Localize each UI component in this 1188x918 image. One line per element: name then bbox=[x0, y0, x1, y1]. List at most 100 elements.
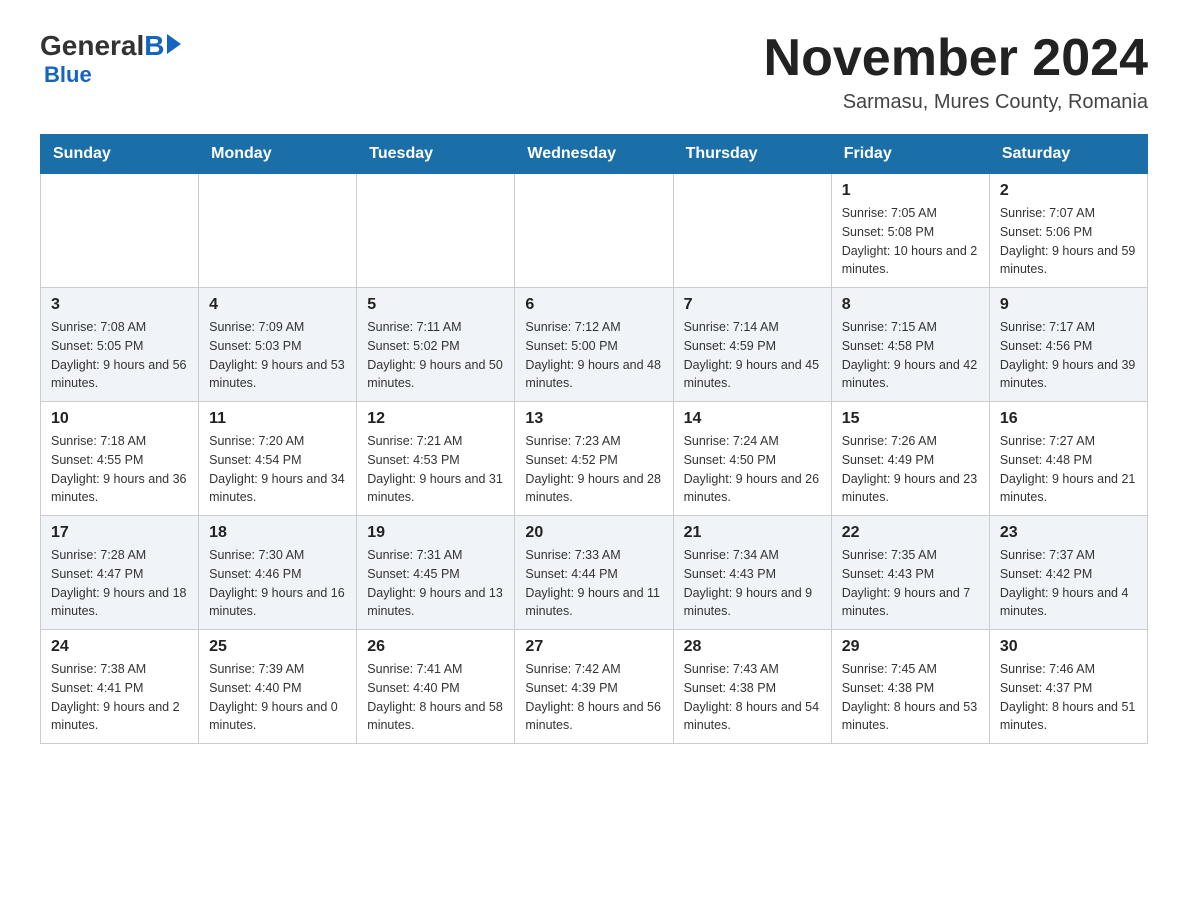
day-info: Sunrise: 7:11 AMSunset: 5:02 PMDaylight:… bbox=[367, 318, 504, 393]
calendar-day-cell: 1Sunrise: 7:05 AMSunset: 5:08 PMDaylight… bbox=[831, 174, 989, 288]
weekday-header-tuesday: Tuesday bbox=[357, 135, 515, 174]
day-number: 20 bbox=[525, 524, 662, 542]
day-info: Sunrise: 7:28 AMSunset: 4:47 PMDaylight:… bbox=[51, 546, 188, 621]
day-info: Sunrise: 7:41 AMSunset: 4:40 PMDaylight:… bbox=[367, 660, 504, 735]
day-number: 28 bbox=[684, 638, 821, 656]
weekday-header-monday: Monday bbox=[199, 135, 357, 174]
logo: General B Blue bbox=[40, 30, 181, 88]
day-info: Sunrise: 7:45 AMSunset: 4:38 PMDaylight:… bbox=[842, 660, 979, 735]
calendar-day-cell: 25 Sunrise: 7:39 AMSunset: 4:40 PMDayligh… bbox=[199, 630, 357, 744]
day-number: 8 bbox=[842, 296, 979, 314]
day-info: Sunrise: 7:42 AMSunset: 4:39 PMDaylight:… bbox=[525, 660, 662, 735]
calendar-week-row: 17 Sunrise: 7:28 AMSunset: 4:47 PMDayligh… bbox=[41, 516, 1148, 630]
calendar-day-cell bbox=[673, 174, 831, 288]
weekday-header-thursday: Thursday bbox=[673, 135, 831, 174]
day-number: 5 bbox=[367, 296, 504, 314]
day-info: Sunrise: 7:46 AMSunset: 4:37 PMDaylight:… bbox=[1000, 660, 1137, 735]
calendar-day-cell: 12 Sunrise: 7:21 AMSunset: 4:53 PMDayligh… bbox=[357, 402, 515, 516]
logo-general-text: General bbox=[40, 30, 144, 62]
day-info: Sunrise: 7:12 AMSunset: 5:00 PMDaylight:… bbox=[525, 318, 662, 393]
calendar-day-cell: 18 Sunrise: 7:30 AMSunset: 4:46 PMDayligh… bbox=[199, 516, 357, 630]
day-number: 9 bbox=[1000, 296, 1137, 314]
day-number: 27 bbox=[525, 638, 662, 656]
calendar-day-cell: 19 Sunrise: 7:31 AMSunset: 4:45 PMDayligh… bbox=[357, 516, 515, 630]
day-info: Sunrise: 7:15 AMSunset: 4:58 PMDaylight:… bbox=[842, 318, 979, 393]
day-info: Sunrise: 7:20 AMSunset: 4:54 PMDaylight:… bbox=[209, 432, 346, 507]
calendar-day-cell bbox=[41, 174, 199, 288]
day-number: 11 bbox=[209, 410, 346, 428]
weekday-header-friday: Friday bbox=[831, 135, 989, 174]
calendar-day-cell: 21 Sunrise: 7:34 AMSunset: 4:43 PMDayligh… bbox=[673, 516, 831, 630]
day-info: Sunrise: 7:31 AMSunset: 4:45 PMDaylight:… bbox=[367, 546, 504, 621]
weekday-header-saturday: Saturday bbox=[989, 135, 1147, 174]
day-number: 15 bbox=[842, 410, 979, 428]
day-info: Sunrise: 7:26 AMSunset: 4:49 PMDaylight:… bbox=[842, 432, 979, 507]
calendar-day-cell: 11 Sunrise: 7:20 AMSunset: 4:54 PMDayligh… bbox=[199, 402, 357, 516]
day-number: 26 bbox=[367, 638, 504, 656]
title-section: November 2024 Sarmasu, Mures County, Rom… bbox=[764, 30, 1148, 114]
weekday-header-row: SundayMondayTuesdayWednesdayThursdayFrid… bbox=[41, 135, 1148, 174]
day-number: 17 bbox=[51, 524, 188, 542]
day-number: 12 bbox=[367, 410, 504, 428]
calendar-week-row: 1Sunrise: 7:05 AMSunset: 5:08 PMDaylight… bbox=[41, 174, 1148, 288]
calendar-day-cell: 8 Sunrise: 7:15 AMSunset: 4:58 PMDaylight… bbox=[831, 288, 989, 402]
day-info: Sunrise: 7:09 AMSunset: 5:03 PMDaylight:… bbox=[209, 318, 346, 393]
calendar-day-cell: 14Sunrise: 7:24 AMSunset: 4:50 PMDayligh… bbox=[673, 402, 831, 516]
calendar-day-cell: 5 Sunrise: 7:11 AMSunset: 5:02 PMDaylight… bbox=[357, 288, 515, 402]
calendar-day-cell: 3 Sunrise: 7:08 AMSunset: 5:05 PMDaylight… bbox=[41, 288, 199, 402]
day-number: 18 bbox=[209, 524, 346, 542]
day-info: Sunrise: 7:21 AMSunset: 4:53 PMDaylight:… bbox=[367, 432, 504, 507]
calendar-day-cell: 9 Sunrise: 7:17 AMSunset: 4:56 PMDaylight… bbox=[989, 288, 1147, 402]
calendar-day-cell: 28 Sunrise: 7:43 AMSunset: 4:38 PMDayligh… bbox=[673, 630, 831, 744]
calendar-week-row: 24Sunrise: 7:38 AMSunset: 4:41 PMDayligh… bbox=[41, 630, 1148, 744]
calendar-day-cell: 13 Sunrise: 7:23 AMSunset: 4:52 PMDayligh… bbox=[515, 402, 673, 516]
day-number: 1 bbox=[842, 182, 979, 200]
weekday-header-sunday: Sunday bbox=[41, 135, 199, 174]
calendar-day-cell: 26 Sunrise: 7:41 AMSunset: 4:40 PMDayligh… bbox=[357, 630, 515, 744]
day-number: 19 bbox=[367, 524, 504, 542]
day-number: 14 bbox=[684, 410, 821, 428]
weekday-header-wednesday: Wednesday bbox=[515, 135, 673, 174]
day-number: 23 bbox=[1000, 524, 1137, 542]
day-number: 21 bbox=[684, 524, 821, 542]
day-number: 3 bbox=[51, 296, 188, 314]
calendar-week-row: 10 Sunrise: 7:18 AMSunset: 4:55 PMDayligh… bbox=[41, 402, 1148, 516]
day-info: Sunrise: 7:07 AMSunset: 5:06 PMDaylight:… bbox=[1000, 204, 1137, 279]
logo-arrow-icon bbox=[167, 34, 181, 54]
calendar-day-cell bbox=[199, 174, 357, 288]
day-number: 13 bbox=[525, 410, 662, 428]
location-title: Sarmasu, Mures County, Romania bbox=[764, 91, 1148, 114]
day-info: Sunrise: 7:43 AMSunset: 4:38 PMDaylight:… bbox=[684, 660, 821, 735]
month-title: November 2024 bbox=[764, 30, 1148, 87]
calendar-day-cell: 29Sunrise: 7:45 AMSunset: 4:38 PMDayligh… bbox=[831, 630, 989, 744]
day-info: Sunrise: 7:23 AMSunset: 4:52 PMDaylight:… bbox=[525, 432, 662, 507]
day-number: 10 bbox=[51, 410, 188, 428]
day-info: Sunrise: 7:14 AMSunset: 4:59 PMDaylight:… bbox=[684, 318, 821, 393]
page-header: General B Blue November 2024 Sarmasu, Mu… bbox=[40, 30, 1148, 114]
day-info: Sunrise: 7:17 AMSunset: 4:56 PMDaylight:… bbox=[1000, 318, 1137, 393]
day-info: Sunrise: 7:08 AMSunset: 5:05 PMDaylight:… bbox=[51, 318, 188, 393]
calendar-day-cell: 4Sunrise: 7:09 AMSunset: 5:03 PMDaylight… bbox=[199, 288, 357, 402]
day-info: Sunrise: 7:39 AMSunset: 4:40 PMDaylight:… bbox=[209, 660, 346, 735]
calendar-day-cell: 6Sunrise: 7:12 AMSunset: 5:00 PMDaylight… bbox=[515, 288, 673, 402]
day-number: 22 bbox=[842, 524, 979, 542]
calendar-day-cell: 2Sunrise: 7:07 AMSunset: 5:06 PMDaylight… bbox=[989, 174, 1147, 288]
day-info: Sunrise: 7:18 AMSunset: 4:55 PMDaylight:… bbox=[51, 432, 188, 507]
calendar-day-cell: 7 Sunrise: 7:14 AMSunset: 4:59 PMDaylight… bbox=[673, 288, 831, 402]
day-info: Sunrise: 7:33 AMSunset: 4:44 PMDaylight:… bbox=[525, 546, 662, 621]
calendar-day-cell: 27 Sunrise: 7:42 AMSunset: 4:39 PMDayligh… bbox=[515, 630, 673, 744]
day-number: 30 bbox=[1000, 638, 1137, 656]
calendar-day-cell: 23Sunrise: 7:37 AMSunset: 4:42 PMDayligh… bbox=[989, 516, 1147, 630]
calendar-day-cell: 10 Sunrise: 7:18 AMSunset: 4:55 PMDayligh… bbox=[41, 402, 199, 516]
day-number: 25 bbox=[209, 638, 346, 656]
day-info: Sunrise: 7:30 AMSunset: 4:46 PMDaylight:… bbox=[209, 546, 346, 621]
calendar-day-cell: 22 Sunrise: 7:35 AMSunset: 4:43 PMDayligh… bbox=[831, 516, 989, 630]
calendar-table: SundayMondayTuesdayWednesdayThursdayFrid… bbox=[40, 134, 1148, 744]
calendar-day-cell: 30 Sunrise: 7:46 AMSunset: 4:37 PMDayligh… bbox=[989, 630, 1147, 744]
calendar-day-cell: 20 Sunrise: 7:33 AMSunset: 4:44 PMDayligh… bbox=[515, 516, 673, 630]
day-number: 24 bbox=[51, 638, 188, 656]
logo-blue-label: Blue bbox=[44, 62, 92, 88]
day-info: Sunrise: 7:35 AMSunset: 4:43 PMDaylight:… bbox=[842, 546, 979, 621]
day-info: Sunrise: 7:34 AMSunset: 4:43 PMDaylight:… bbox=[684, 546, 821, 621]
day-number: 7 bbox=[684, 296, 821, 314]
